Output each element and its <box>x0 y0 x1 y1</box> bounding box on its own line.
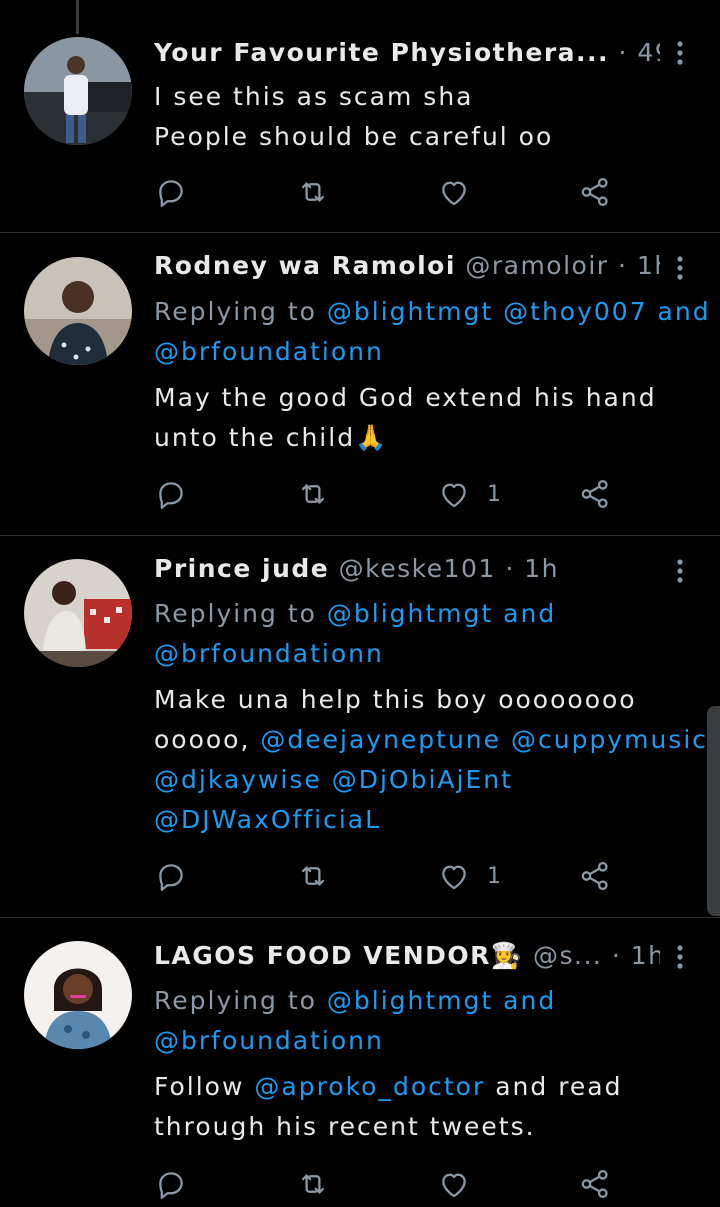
reply-button[interactable] <box>154 474 188 514</box>
display-name[interactable]: Rodney wa Ramoloi <box>154 251 456 280</box>
timestamp[interactable]: 1h <box>637 251 660 280</box>
display-name[interactable]: LAGOS FOOD VENDOR👩‍🍳 <box>154 941 524 970</box>
more-vertical-icon[interactable] <box>670 253 690 283</box>
more-vertical-icon[interactable] <box>670 556 690 586</box>
reply-icon <box>154 175 188 209</box>
retweet-button[interactable] <box>296 856 330 896</box>
tweet-header: Rodney wa Ramoloi @ramoloir · 1h <box>154 251 660 291</box>
tweet-text: Make una help this boy oooooooo <box>154 685 637 714</box>
like-count: 1 <box>487 863 501 889</box>
separator-dot: · <box>505 554 515 583</box>
replying-mention[interactable]: @brfoundationn <box>154 1021 696 1061</box>
replying-mentions[interactable]: @blightmgt and <box>327 599 556 628</box>
tweet-text: unto the child🙏 <box>154 423 389 452</box>
heart-icon <box>437 1167 471 1201</box>
replying-to: Replying to @blightmgt @thoy007 and <box>154 292 709 332</box>
scrollbar[interactable] <box>707 706 720 916</box>
tweet-3[interactable]: Prince jude @keske101 · 1h Replying to @… <box>0 536 720 917</box>
tweet-text: People should be careful oo <box>154 122 554 151</box>
tweet-text-part: Follow <box>154 1072 255 1101</box>
reply-icon <box>154 859 188 893</box>
user-handle[interactable]: @ramoloir <box>465 251 608 280</box>
reply-icon <box>154 1167 188 1201</box>
separator-dot: · <box>618 251 628 280</box>
tweet-actions <box>154 1164 614 1204</box>
avatar[interactable] <box>24 941 132 1049</box>
heart-icon <box>437 175 471 209</box>
replying-mention[interactable]: @brfoundationn <box>154 634 696 674</box>
tweet-text: I see this as scam sha <box>154 82 474 111</box>
like-button[interactable]: 1 <box>437 856 501 896</box>
replying-to: Replying to @blightmgt and <box>154 981 696 1021</box>
user-handle[interactable]: @s... <box>533 941 602 970</box>
avatar[interactable] <box>24 559 132 667</box>
tweet-header: LAGOS FOOD VENDOR👩‍🍳 @s... · 1h <box>154 941 660 981</box>
tweet-text: through his recent tweets. <box>154 1112 536 1141</box>
retweet-icon <box>296 175 330 209</box>
tweet-header: Your Favourite Physiothera... · 49m <box>154 38 660 78</box>
retweet-icon <box>296 477 330 511</box>
reply-button[interactable] <box>154 1164 188 1204</box>
tweet-2[interactable]: Rodney wa Ramoloi @ramoloir · 1h Replyin… <box>0 233 720 535</box>
share-icon <box>578 477 612 511</box>
more-vertical-icon[interactable] <box>670 38 690 68</box>
share-icon <box>578 859 612 893</box>
retweet-icon <box>296 859 330 893</box>
replying-to: Replying to @blightmgt and <box>154 594 696 634</box>
reply-button[interactable] <box>154 172 188 212</box>
like-button[interactable]: 1 <box>437 474 501 514</box>
replying-mention[interactable]: @brfoundationn <box>154 332 696 372</box>
timestamp[interactable]: 1h <box>524 554 559 583</box>
tweet-text-part: and read <box>485 1072 623 1101</box>
replying-label: Replying to <box>154 986 317 1015</box>
like-button[interactable] <box>437 1164 487 1204</box>
user-handle[interactable]: @keske101 <box>339 554 496 583</box>
tweet-text: ooooo, @deejayneptune @cuppymusic <box>154 720 706 760</box>
tweet-text-part: ooooo, <box>154 725 261 754</box>
mention-link[interactable]: @aproko_doctor <box>254 1072 485 1101</box>
replying-label: Replying to <box>154 297 317 326</box>
avatar[interactable] <box>24 37 132 145</box>
separator-dot: · <box>618 38 628 67</box>
replying-mentions[interactable]: @blightmgt @thoy007 and <box>327 297 711 326</box>
more-vertical-icon[interactable] <box>670 942 690 972</box>
timestamp[interactable]: 1h <box>631 941 660 970</box>
share-button[interactable] <box>578 1164 612 1204</box>
heart-icon <box>437 477 471 511</box>
timestamp[interactable]: 49m <box>637 38 660 67</box>
mention-link[interactable]: @DJWaxOfficiaL <box>154 800 696 840</box>
mention-links[interactable]: @djkaywise @DjObiAjEnt <box>154 760 696 800</box>
like-button[interactable] <box>437 172 487 212</box>
tweet-actions: 1 <box>154 474 614 514</box>
tweet-actions: 1 <box>154 856 614 896</box>
share-button[interactable] <box>578 474 612 514</box>
mention-links[interactable]: @deejayneptune @cuppymusic <box>260 725 708 754</box>
like-count: 1 <box>487 481 501 507</box>
tweet-1[interactable]: Your Favourite Physiothera... · 49m I se… <box>0 0 720 232</box>
reply-button[interactable] <box>154 856 188 896</box>
tweet-text: May the good God extend his hand <box>154 383 657 412</box>
display-name[interactable]: Your Favourite Physiothera... <box>154 38 609 67</box>
retweet-icon <box>296 1167 330 1201</box>
retweet-button[interactable] <box>296 1164 330 1204</box>
tweet-header: Prince jude @keske101 · 1h <box>154 554 660 594</box>
separator-dot: · <box>611 941 622 970</box>
display-name[interactable]: Prince jude <box>154 554 329 583</box>
share-button[interactable] <box>578 172 612 212</box>
heart-icon <box>437 859 471 893</box>
retweet-button[interactable] <box>296 172 330 212</box>
tweet-4[interactable]: LAGOS FOOD VENDOR👩‍🍳 @s... · 1h Replying… <box>0 918 720 1207</box>
replying-mentions[interactable]: @blightmgt and <box>327 986 556 1015</box>
tweet-actions <box>154 172 614 212</box>
tweet-text: Follow @aproko_doctor and read <box>154 1067 696 1107</box>
retweet-button[interactable] <box>296 474 330 514</box>
reply-icon <box>154 477 188 511</box>
avatar[interactable] <box>24 257 132 365</box>
share-icon <box>578 175 612 209</box>
replying-label: Replying to <box>154 599 317 628</box>
share-button[interactable] <box>578 856 612 896</box>
share-icon <box>578 1167 612 1201</box>
